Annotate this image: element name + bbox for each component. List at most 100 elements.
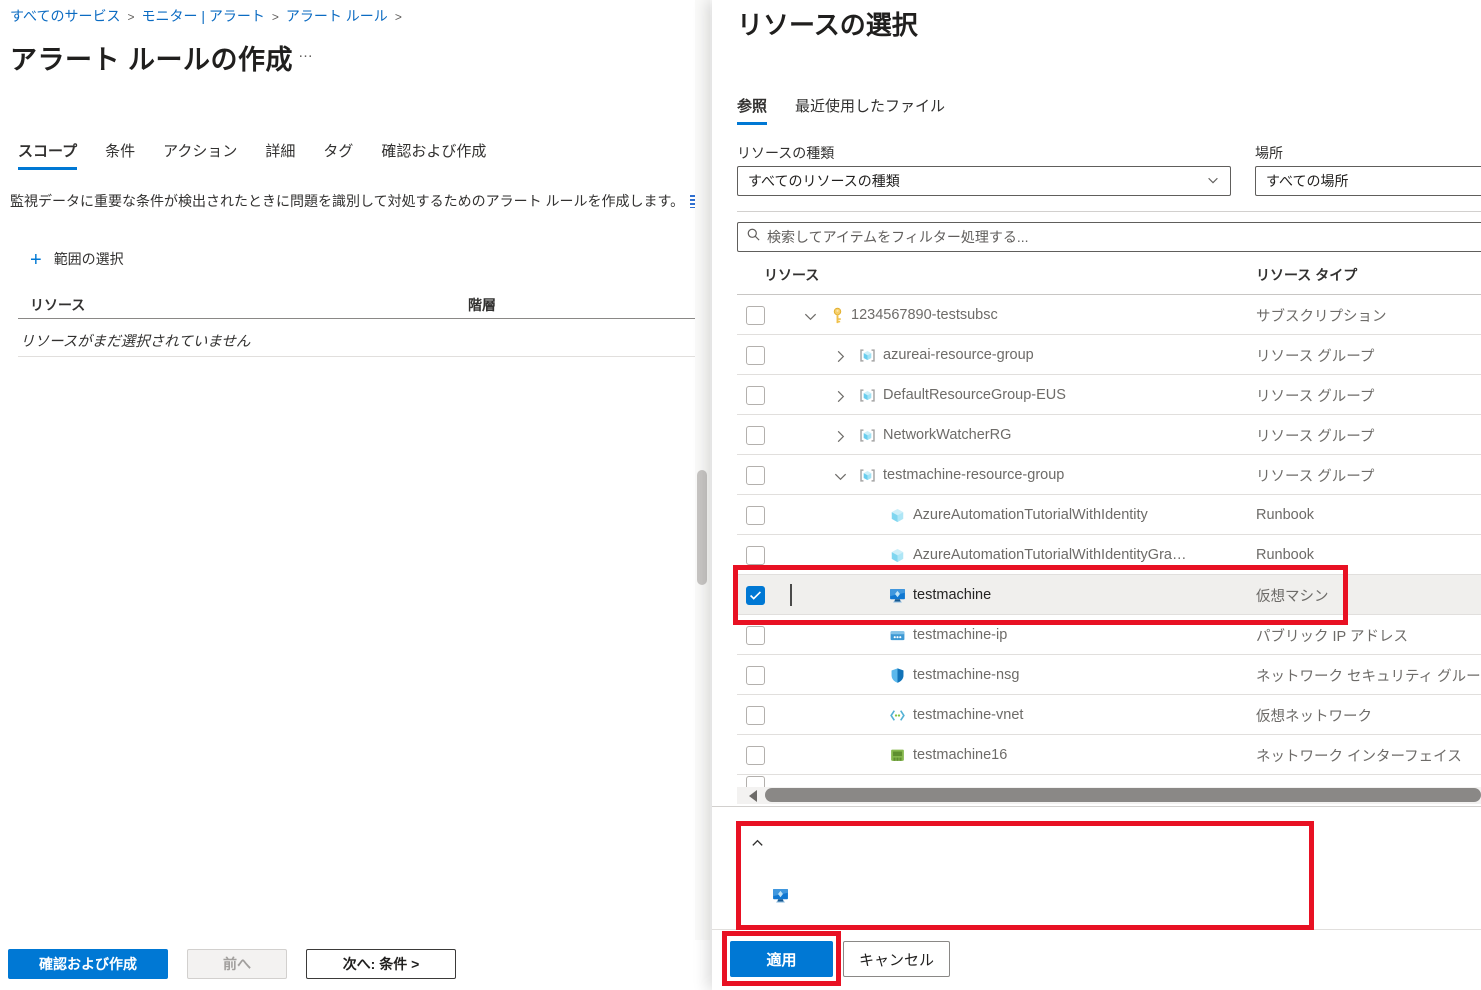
scroll-left-arrow-icon[interactable] — [749, 790, 757, 802]
network-security-group-icon — [889, 667, 906, 684]
checkbox[interactable] — [746, 426, 765, 445]
scrollbar-thumb[interactable] — [697, 470, 707, 585]
scrollbar-thumb[interactable] — [765, 788, 1481, 802]
checkbox[interactable] — [746, 546, 765, 565]
vertical-scrollbar[interactable] — [695, 0, 710, 940]
checkbox[interactable] — [746, 506, 765, 525]
resource-type-label: リソースの種類 — [737, 143, 834, 163]
tab-4[interactable]: タグ — [323, 140, 353, 170]
resource-type: パブリック IP アドレス — [1256, 615, 1408, 655]
chevron-up-icon[interactable] — [750, 836, 763, 849]
breadcrumb-alert-rules[interactable]: アラート ルール — [286, 8, 388, 24]
chevron-right-icon: > — [272, 10, 279, 24]
dialog-tabs: 参照最近使用したファイル — [737, 95, 945, 125]
chevron-down-icon[interactable] — [833, 469, 846, 482]
horizontal-scrollbar[interactable] — [737, 787, 1481, 804]
chevron-down-icon — [1206, 173, 1220, 190]
breadcrumb: すべてのサービス>モニター | アラート>アラート ルール> — [10, 6, 409, 26]
select-scope-button[interactable]: +範囲の選択 — [30, 249, 124, 272]
dialog-tab-0[interactable]: 参照 — [737, 95, 767, 125]
resource-type: Runbook — [1256, 535, 1314, 575]
chevron-down-icon[interactable] — [803, 309, 816, 322]
resource-group-icon — [859, 427, 876, 444]
more-menu-icon[interactable]: … — [298, 44, 315, 61]
plus-icon: + — [30, 249, 42, 271]
checkbox[interactable] — [746, 306, 765, 325]
breadcrumb-monitor-alerts[interactable]: モニター | アラート — [141, 8, 264, 24]
resource-name: testmachine-vnet — [913, 695, 1023, 735]
resource-row-AzureAutomationTutorialWithIdentityGra…[interactable]: AzureAutomationTutorialWithIdentityGra…R… — [737, 535, 1481, 575]
public-ip-icon — [889, 627, 906, 644]
tab-5[interactable]: 確認および作成 — [381, 140, 486, 170]
previous-button[interactable]: 前へ — [187, 949, 287, 979]
resource-type: リソース グループ — [1256, 335, 1374, 375]
divider — [737, 211, 1481, 212]
checkbox[interactable] — [746, 466, 765, 485]
checkbox[interactable] — [746, 346, 765, 365]
scope-table-header-hierarchy: 階層 — [468, 295, 496, 315]
resource-type: ネットワーク インターフェイス — [1256, 735, 1462, 775]
tab-2[interactable]: アクション — [163, 140, 237, 170]
dialog-title: リソースの選択 — [737, 5, 918, 42]
search-input[interactable] — [767, 229, 1481, 245]
resource-row-1234567890-testsubsc[interactable]: 1234567890-testsubscサブスクリプション — [737, 295, 1481, 335]
resource-type: リソース グループ — [1256, 455, 1374, 495]
tab-0[interactable]: スコープ — [18, 140, 77, 170]
resource-name: testmachine-resource-group — [883, 455, 1064, 495]
resource-row-testmachine[interactable]: testmachine仮想マシン — [737, 575, 1481, 615]
resource-type: サブスクリプション — [1256, 295, 1387, 335]
apply-button[interactable]: 適用 — [730, 941, 833, 977]
chevron-right-icon[interactable] — [833, 349, 846, 362]
resource-row-testmachine16[interactable]: testmachine16 ネットワーク インターフェイス — [737, 735, 1481, 775]
checkbox[interactable] — [746, 386, 765, 405]
selected-resources-header[interactable]: 選択されたリソース 1 仮想マシン — [712, 830, 1481, 856]
resource-name: azureai-resource-group — [883, 335, 1034, 375]
review-create-button[interactable]: 確認および作成 — [8, 949, 168, 979]
dialog-tab-1[interactable]: 最近使用したファイル — [795, 95, 945, 125]
resource-row-testmachine-ip[interactable]: testmachine-ip パブリック IP アドレス — [737, 615, 1481, 655]
create-alert-rule-page: すべてのサービス>モニター | アラート>アラート ルール> アラート ルールの… — [0, 0, 712, 990]
resource-row-testmachine-resource-group[interactable]: testmachine-resource-group リソース グループ — [737, 455, 1481, 495]
resource-name: testmachine-ip — [913, 615, 1007, 655]
checkbox[interactable] — [746, 626, 765, 645]
search-icon — [746, 227, 761, 247]
selected-resource-row[interactable]: testmachine 仮想マシン East US — [712, 878, 1481, 930]
chevron-right-icon[interactable] — [833, 389, 846, 402]
checkbox[interactable] — [746, 706, 765, 725]
resource-row-NetworkWatcherRG[interactable]: NetworkWatcherRGリソース グループ — [737, 415, 1481, 455]
divider — [18, 318, 704, 319]
location-dropdown[interactable]: すべての場所 — [1255, 166, 1481, 196]
next-condition-button[interactable]: 次へ: 条件 > — [306, 949, 456, 979]
resource-row-DefaultResourceGroup-EUS[interactable]: DefaultResourceGroup-EUSリソース グループ — [737, 375, 1481, 415]
resource-name: AzureAutomationTutorialWithIdentity — [913, 495, 1148, 535]
checkbox[interactable] — [746, 776, 765, 787]
chevron-right-icon[interactable] — [833, 429, 846, 442]
resource-row-azureai-resource-group[interactable]: azureai-resource-group リソース グループ — [737, 335, 1481, 375]
divider — [18, 356, 704, 357]
table-header-resource-type: リソース タイプ — [1256, 265, 1357, 285]
resource-name: testmachine16 — [913, 735, 1007, 775]
text-cursor — [790, 584, 792, 606]
table-header-resource: リソース — [764, 265, 819, 285]
resource-name: DefaultResourceGroup-EUS — [883, 375, 1066, 415]
divider — [712, 806, 1481, 807]
network-interface-icon — [889, 747, 906, 764]
breadcrumb-all-services[interactable]: すべてのサービス — [10, 8, 120, 24]
virtual-machine-icon — [772, 887, 789, 904]
location-label: 場所 — [1255, 143, 1283, 163]
checkbox-checked[interactable] — [746, 586, 765, 605]
checkbox[interactable] — [746, 666, 765, 685]
resource-type-dropdown[interactable]: すべてのリソースの種類 — [737, 166, 1231, 196]
tab-3[interactable]: 詳細 — [265, 140, 295, 170]
resource-group-icon — [859, 347, 876, 364]
checkbox[interactable] — [746, 746, 765, 765]
resource-type: 仮想ネットワーク — [1256, 695, 1372, 735]
runbook-icon — [889, 507, 906, 524]
resource-row-testmachine-vnet[interactable]: testmachine-vnet 仮想ネットワーク — [737, 695, 1481, 735]
resource-row-AzureAutomationTutorialWithIdentity[interactable]: AzureAutomationTutorialWithIdentityRunbo… — [737, 495, 1481, 535]
resource-row-testmachine-nsg[interactable]: testmachine-nsgネットワーク セキュリティ グループ — [737, 655, 1481, 695]
resource-name: testmachine-nsg — [913, 655, 1019, 695]
tab-1[interactable]: 条件 — [105, 140, 135, 170]
cancel-button[interactable]: キャンセル — [843, 941, 950, 977]
resource-name: testmachine — [913, 575, 991, 615]
